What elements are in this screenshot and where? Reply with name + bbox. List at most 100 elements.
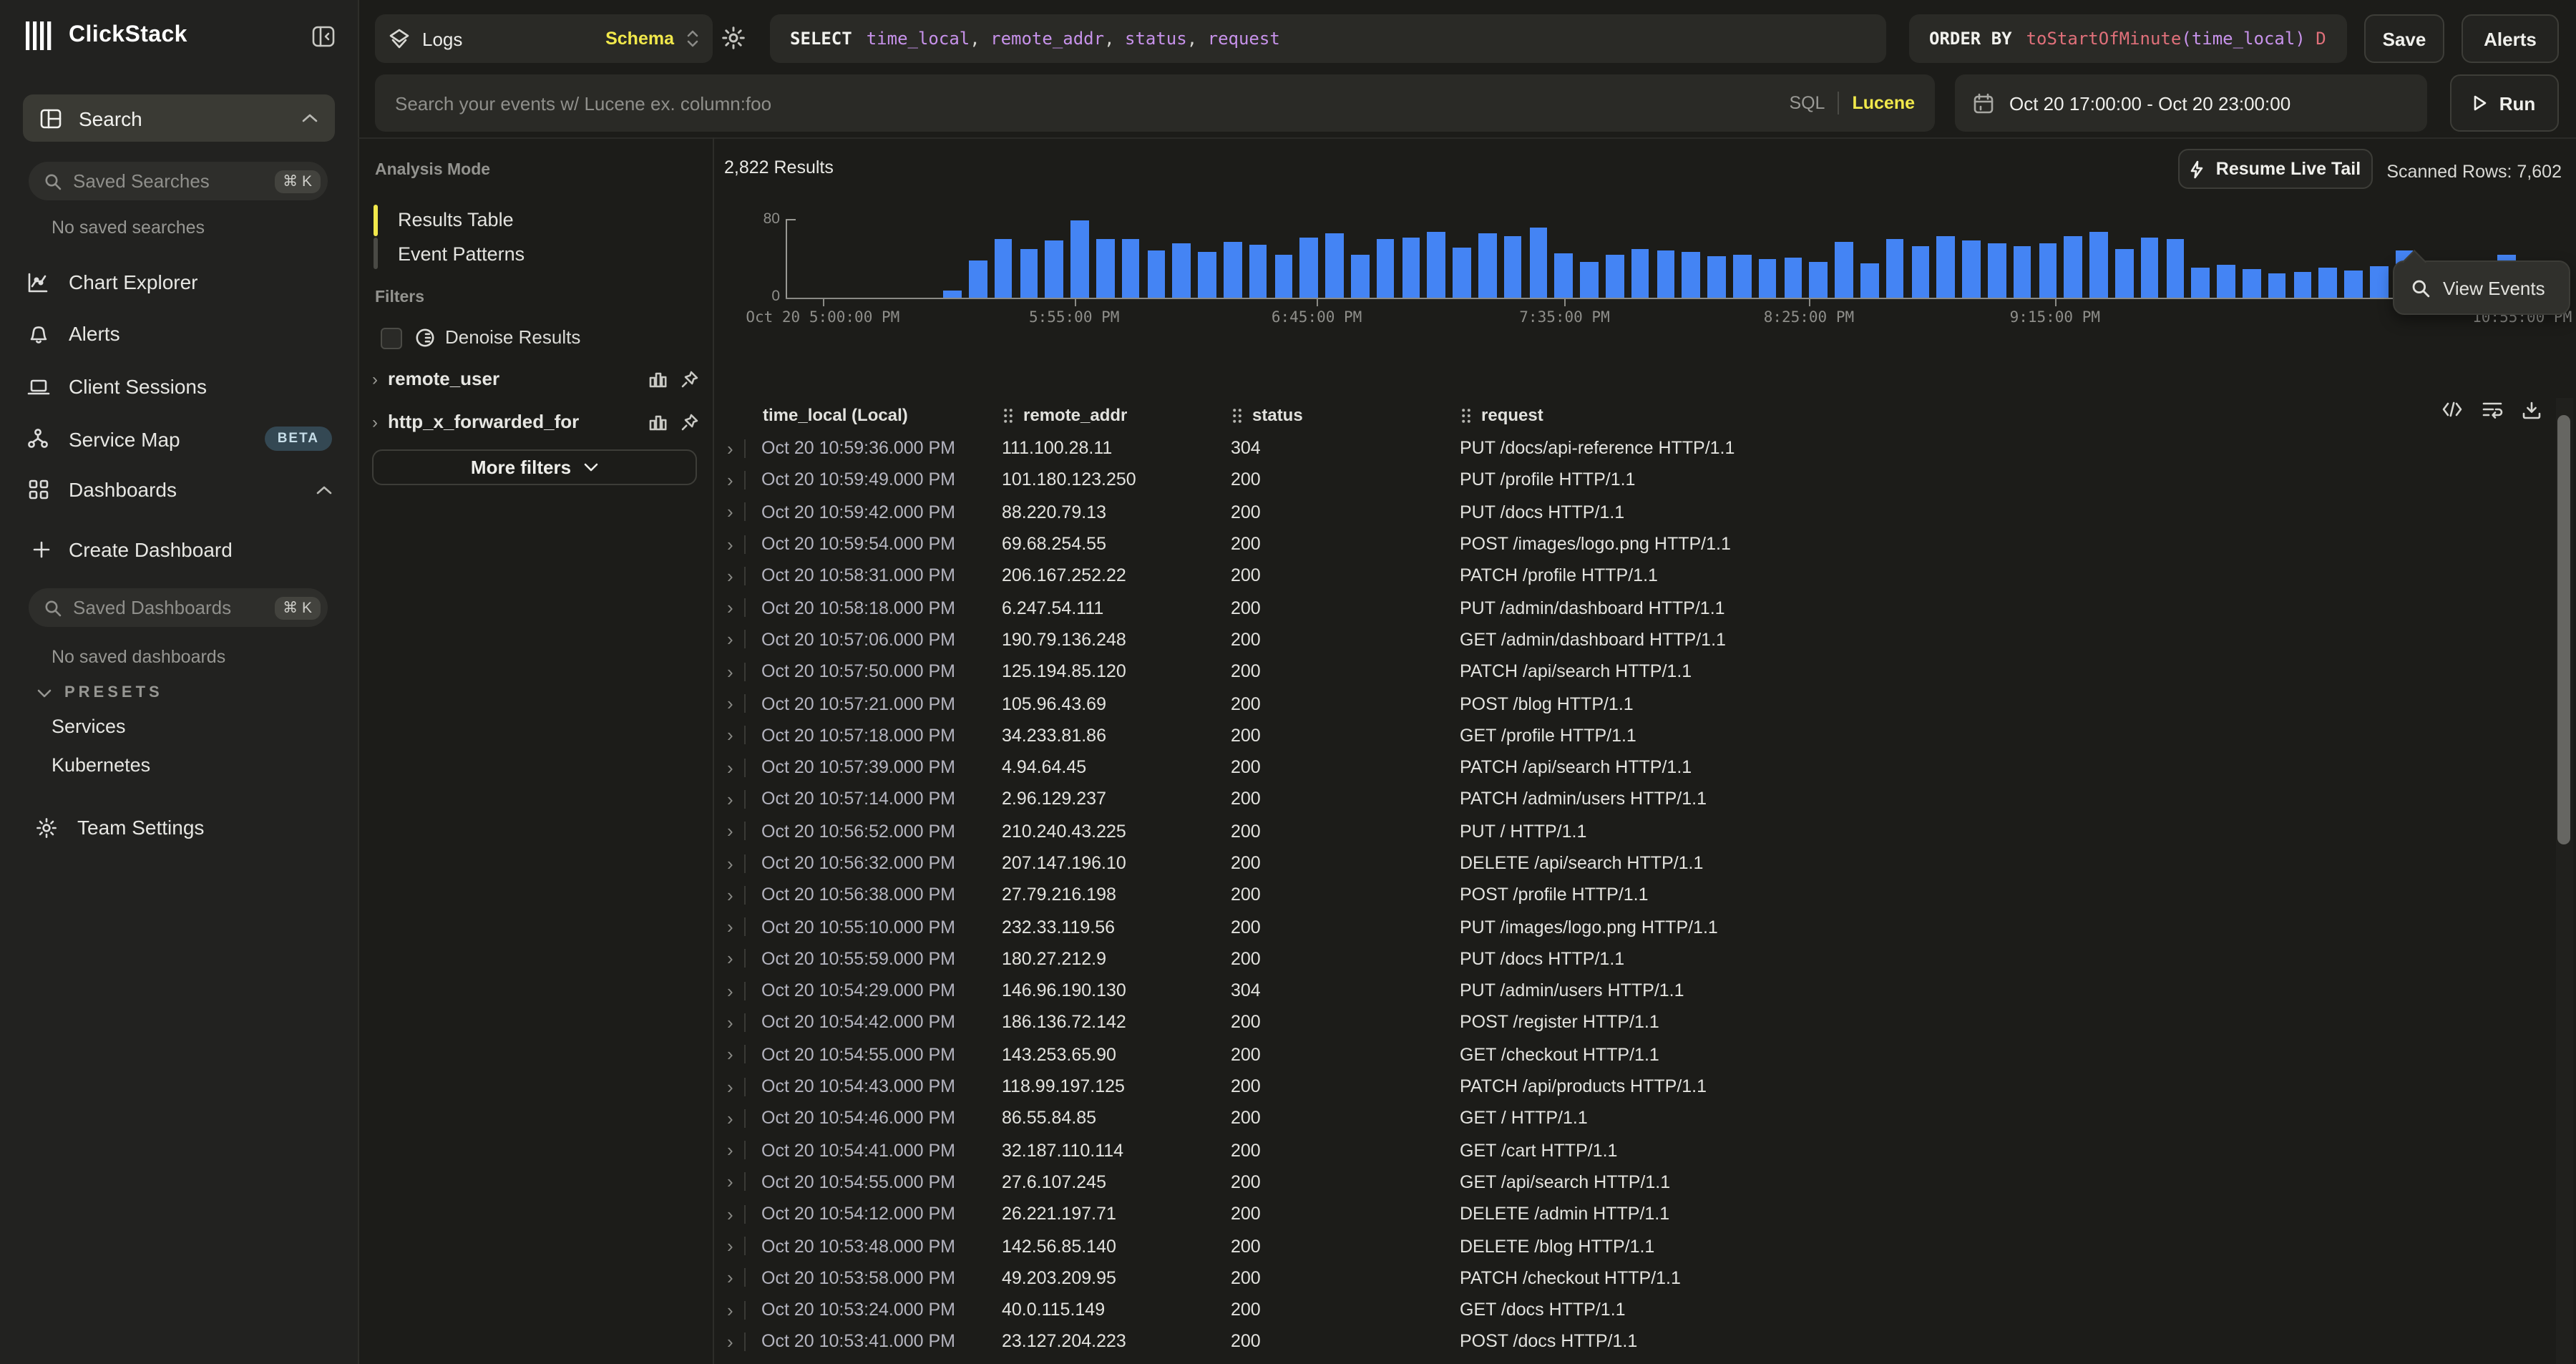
chart-bar[interactable] — [2090, 232, 2108, 298]
chart-bar[interactable] — [1478, 233, 1496, 298]
row-expand-icon[interactable]: › — [727, 1300, 744, 1319]
row-expand-icon[interactable]: › — [727, 886, 744, 905]
chart-bar[interactable] — [1326, 234, 1344, 298]
table-row[interactable]: ›Oct 20 10:57:06.000 PM190.79.136.248200… — [713, 624, 2559, 656]
pin-icon[interactable] — [681, 370, 698, 387]
chart-bar[interactable] — [2293, 272, 2311, 298]
row-expand-icon[interactable]: › — [727, 950, 744, 968]
chart-bar[interactable] — [2243, 269, 2260, 298]
scrollbar-thumb[interactable] — [2557, 415, 2570, 844]
row-expand-icon[interactable]: › — [727, 758, 744, 776]
chart-bar[interactable] — [2064, 237, 2082, 298]
table-row[interactable]: ›Oct 20 10:59:54.000 PM69.68.254.55200PO… — [713, 528, 2559, 560]
row-expand-icon[interactable]: › — [727, 439, 744, 457]
table-row[interactable]: ›Oct 20 10:53:24.000 PM40.0.115.149200GE… — [713, 1294, 2559, 1326]
chart-bar[interactable] — [2192, 267, 2210, 298]
chart-bar[interactable] — [1249, 245, 1267, 298]
table-row[interactable]: ›Oct 20 10:57:50.000 PM125.194.85.120200… — [713, 656, 2559, 688]
presets-section-header[interactable]: PRESETS — [37, 684, 163, 701]
denoise-checkbox[interactable] — [381, 328, 402, 349]
table-row[interactable]: ›Oct 20 10:55:59.000 PM180.27.212.9200PU… — [713, 943, 2559, 975]
table-row[interactable]: ›Oct 20 10:54:42.000 PM186.136.72.142200… — [713, 1007, 2559, 1039]
table-row[interactable]: ›Oct 20 10:54:12.000 PM26.221.197.71200D… — [713, 1198, 2559, 1230]
chart-bar[interactable] — [1963, 240, 1981, 298]
row-expand-icon[interactable]: › — [727, 790, 744, 809]
chart-bar[interactable] — [1504, 237, 1522, 298]
row-expand-icon[interactable]: › — [727, 598, 744, 617]
chart-bar[interactable] — [1733, 255, 1751, 298]
row-expand-icon[interactable]: › — [727, 854, 744, 872]
sidebar-item-client-sessions[interactable]: Client Sessions — [26, 375, 332, 398]
table-row[interactable]: ›Oct 20 10:56:32.000 PM207.147.196.10200… — [713, 847, 2559, 880]
sidebar-item-dashboards[interactable]: Dashboards — [26, 478, 332, 501]
column-header-remote-addr[interactable]: remote_addr — [1003, 405, 1232, 425]
table-row[interactable]: ›Oct 20 10:59:36.000 PM111.100.28.11304P… — [713, 432, 2559, 464]
chart-bar[interactable] — [1759, 258, 1777, 298]
table-row[interactable]: ›Oct 20 10:54:43.000 PM118.99.197.125200… — [713, 1071, 2559, 1103]
more-filters-button[interactable]: More filters — [372, 449, 697, 485]
row-expand-icon[interactable]: › — [727, 726, 744, 745]
chart-bar[interactable] — [995, 238, 1013, 298]
row-expand-icon[interactable]: › — [727, 471, 744, 489]
table-row[interactable]: ›Oct 20 10:53:58.000 PM49.203.209.95200P… — [713, 1262, 2559, 1294]
table-row[interactable]: ›Oct 20 10:57:18.000 PM34.233.81.86200GE… — [713, 719, 2559, 751]
row-expand-icon[interactable]: › — [727, 1173, 744, 1192]
orderby-clause-input[interactable]: ORDER BY toStartOfMinute(time_local) D — [1909, 14, 2347, 63]
row-expand-icon[interactable]: › — [727, 694, 744, 713]
view-events-tooltip[interactable]: View Events — [2393, 260, 2570, 315]
chart-bar[interactable] — [1071, 220, 1089, 298]
column-header-status[interactable]: status — [1232, 405, 1461, 425]
table-row[interactable]: ›Oct 20 10:57:39.000 PM4.94.64.45200PATC… — [713, 751, 2559, 784]
sql-mode-toggle[interactable]: SQL — [1789, 93, 1825, 113]
chart-bar[interactable] — [969, 260, 987, 298]
chart-bar[interactable] — [1402, 238, 1420, 298]
chart-bar[interactable] — [2039, 243, 2057, 298]
schema-link[interactable]: Schema — [605, 29, 674, 49]
row-expand-icon[interactable]: › — [727, 1046, 744, 1064]
table-row[interactable]: ›Oct 20 10:54:41.000 PM32.187.110.114200… — [713, 1134, 2559, 1166]
chart-bar[interactable] — [1428, 232, 1445, 298]
table-row[interactable]: ›Oct 20 10:56:38.000 PM27.79.216.198200P… — [713, 879, 2559, 911]
daterange-picker[interactable]: Oct 20 17:00:00 - Oct 20 23:00:00 — [1955, 74, 2427, 132]
table-row[interactable]: ›Oct 20 10:59:49.000 PM101.180.123.25020… — [713, 464, 2559, 497]
chart-bar[interactable] — [1224, 242, 1241, 298]
select-clause-input[interactable]: SELECT time_local, remote_addr, status, … — [770, 14, 1886, 63]
chart-bar[interactable] — [2014, 245, 2031, 298]
row-expand-icon[interactable]: › — [727, 502, 744, 521]
chart-bar[interactable] — [2268, 273, 2286, 298]
resume-live-tail-button[interactable]: Resume Live Tail — [2178, 149, 2373, 189]
row-expand-icon[interactable]: › — [727, 1141, 744, 1159]
chart-bar[interactable] — [1835, 242, 1853, 298]
chart-mini-icon[interactable] — [648, 413, 667, 430]
download-icon[interactable] — [2522, 401, 2542, 419]
chart-bar[interactable] — [1096, 238, 1114, 298]
chart-bar[interactable] — [1911, 246, 1929, 298]
row-expand-icon[interactable]: › — [727, 1237, 744, 1255]
search-input[interactable]: Search your events w/ Lucene ex. column:… — [375, 74, 1935, 132]
wrap-lines-icon[interactable] — [2482, 401, 2503, 419]
row-expand-icon[interactable]: › — [727, 981, 744, 1000]
row-expand-icon[interactable]: › — [727, 1205, 744, 1224]
save-button[interactable]: Save — [2364, 14, 2444, 63]
table-row[interactable]: ›Oct 20 10:59:42.000 PM88.220.79.13200PU… — [713, 496, 2559, 528]
table-row[interactable]: ›Oct 20 10:53:41.000 PM23.127.204.223200… — [713, 1326, 2559, 1358]
row-expand-icon[interactable]: › — [727, 1013, 744, 1032]
chart-bar[interactable] — [1377, 240, 1395, 298]
alerts-button[interactable]: Alerts — [2462, 14, 2559, 63]
chart-bar[interactable] — [1199, 251, 1216, 298]
app-logo[interactable]: ClickStack — [26, 20, 187, 52]
chart-bar[interactable] — [1606, 255, 1624, 298]
chart-bar[interactable] — [1020, 248, 1038, 298]
table-row[interactable]: ›Oct 20 10:57:21.000 PM105.96.43.69200PO… — [713, 688, 2559, 720]
chart-bar[interactable] — [2319, 268, 2337, 298]
table-row[interactable]: ›Oct 20 10:54:29.000 PM146.96.190.130304… — [713, 975, 2559, 1007]
chart-plot[interactable]: Oct 20 5:00:00 PM5:55:00 PM6:45:00 PM7:3… — [786, 219, 2570, 298]
chart-mini-icon[interactable] — [648, 370, 667, 387]
chart-bar[interactable] — [2370, 266, 2388, 298]
sidebar-collapse-icon[interactable] — [312, 26, 335, 47]
chart-bar[interactable] — [1810, 262, 1828, 298]
preset-item-services[interactable]: Services — [52, 716, 126, 737]
row-expand-icon[interactable]: › — [727, 1269, 744, 1287]
saved-searches-input[interactable]: Saved Searches ⌘ K — [29, 162, 328, 200]
chart-bar[interactable] — [1581, 261, 1599, 298]
